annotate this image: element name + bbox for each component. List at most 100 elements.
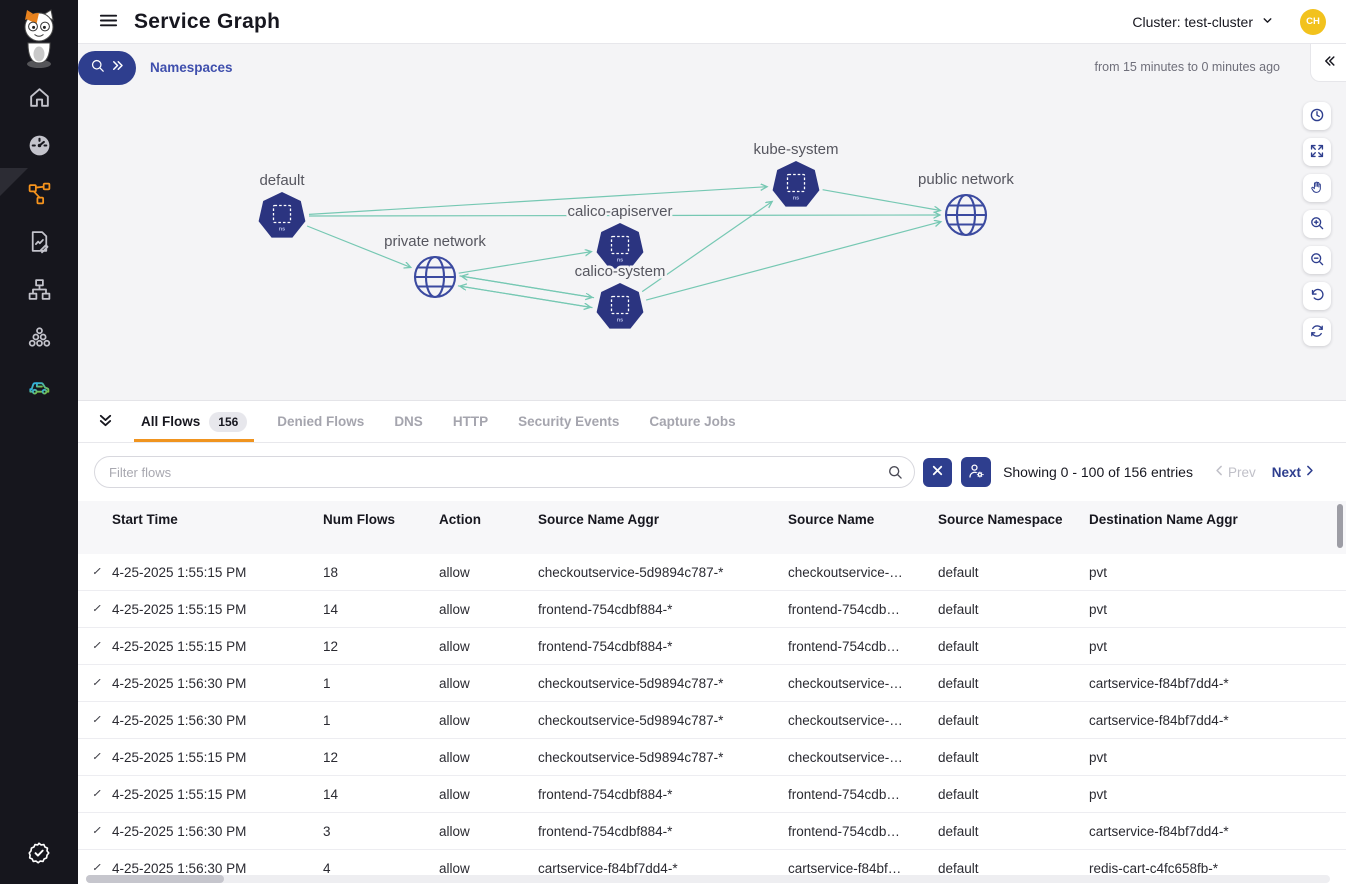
car-icon <box>27 373 52 403</box>
clear-filter-button[interactable] <box>923 458 952 487</box>
fit-screen-button[interactable] <box>1303 138 1331 166</box>
table-row[interactable]: 4-25-2025 1:56:30 PM1allowcheckoutservic… <box>78 702 1346 739</box>
graph-search-pill[interactable] <box>78 51 136 85</box>
cell-start-time: 4-25-2025 1:55:15 PM <box>112 602 323 617</box>
chevron-down-icon <box>94 642 101 648</box>
chevron-down-icon <box>94 790 101 796</box>
gauge-icon <box>27 133 52 163</box>
cell-start-time: 4-25-2025 1:56:30 PM <box>112 676 323 691</box>
row-expand-button[interactable] <box>94 864 112 872</box>
table-row[interactable]: 4-25-2025 1:55:15 PM18allowcheckoutservi… <box>78 554 1346 591</box>
breadcrumb[interactable]: Namespaces <box>150 60 233 75</box>
calico-cat-logo[interactable] <box>0 0 78 76</box>
cell-num-flows: 3 <box>323 824 439 839</box>
column-header[interactable]: Start Time <box>112 512 323 528</box>
sidebar-item-home[interactable] <box>0 76 78 124</box>
service-graph-canvas[interactable]: nsdefaultprivate networknscalico-apiserv… <box>78 44 1346 400</box>
flows-filter-row: Showing 0 - 100 of 156 entries Prev Next <box>78 443 1346 501</box>
row-expand-button[interactable] <box>94 605 112 613</box>
graph-node-label: calico-apiserver <box>567 203 672 220</box>
sidebar-item-image-assurance[interactable] <box>0 364 78 412</box>
time-machine-button[interactable] <box>1303 102 1331 130</box>
graph-node-calico-system[interactable]: ns calico-system <box>575 263 666 329</box>
column-header[interactable]: Source Name Aggr <box>538 512 788 528</box>
refresh-icon <box>1309 323 1325 342</box>
row-expand-button[interactable] <box>94 753 112 761</box>
graph-node-default[interactable]: nsdefault <box>259 172 306 238</box>
graph-node-label: kube-system <box>753 141 838 158</box>
chevron-down-icon <box>94 753 101 759</box>
sidebar-item-reports[interactable] <box>0 220 78 268</box>
table-row[interactable]: 4-25-2025 1:56:30 PM3allowfrontend-754cd… <box>78 813 1346 850</box>
cell-source-name-aggr: frontend-754cdbf884-* <box>538 824 788 839</box>
flows-collapse-button[interactable] <box>94 411 116 433</box>
next-page-button[interactable]: Next <box>1272 464 1316 480</box>
filter-flows-input[interactable] <box>94 456 915 488</box>
graph-node-label: calico-system <box>575 263 666 280</box>
pan-button[interactable] <box>1303 174 1331 202</box>
sidebar-item-compliance[interactable] <box>0 840 78 866</box>
cell-source-namespace: default <box>938 676 1089 691</box>
svg-text:ns: ns <box>617 318 623 324</box>
cluster-selector[interactable]: Cluster: test-cluster <box>1132 14 1274 30</box>
cell-num-flows: 1 <box>323 713 439 728</box>
cell-start-time: 4-25-2025 1:55:15 PM <box>112 787 323 802</box>
cell-source-name: checkoutservice-… <box>788 676 938 691</box>
row-expand-button[interactable] <box>94 716 112 724</box>
sidebar-item-workloads[interactable] <box>0 316 78 364</box>
column-header[interactable]: Destination Name Aggr <box>1089 512 1346 528</box>
reset-view-button[interactable] <box>1303 282 1331 310</box>
cell-source-name-aggr: checkoutservice-5d9894c787-* <box>538 713 788 728</box>
sidebar-item-dashboard[interactable] <box>0 124 78 172</box>
table-row[interactable]: 4-25-2025 1:56:30 PM1allowcheckoutservic… <box>78 665 1346 702</box>
flows-tabs: All Flows156Denied FlowsDNSHTTPSecurity … <box>126 401 751 442</box>
row-expand-button[interactable] <box>94 827 112 835</box>
column-header[interactable]: Action <box>439 512 538 528</box>
avatar[interactable]: CH <box>1300 9 1326 35</box>
cell-action: allow <box>439 787 538 802</box>
sidebar-item-network-sets[interactable] <box>0 268 78 316</box>
tab-security-events[interactable]: Security Events <box>503 401 634 442</box>
tab-http[interactable]: HTTP <box>438 401 503 442</box>
report-icon <box>27 229 52 259</box>
zoom-in-button[interactable] <box>1303 210 1331 238</box>
row-expand-button[interactable] <box>94 568 112 576</box>
zoom-out-button[interactable] <box>1303 246 1331 274</box>
table-row[interactable]: 4-25-2025 1:55:15 PM12allowcheckoutservi… <box>78 739 1346 776</box>
table-row[interactable]: 4-25-2025 1:55:15 PM14allowfrontend-754c… <box>78 591 1346 628</box>
table-row[interactable]: 4-25-2025 1:55:15 PM12allowfrontend-754c… <box>78 628 1346 665</box>
row-expand-button[interactable] <box>94 790 112 798</box>
flows-tabs-row: All Flows156Denied FlowsDNSHTTPSecurity … <box>78 401 1346 443</box>
graph-node-calico-apiserver[interactable]: nscalico-apiserver <box>567 203 672 269</box>
tab-all-flows[interactable]: All Flows156 <box>126 401 262 442</box>
graph-node-public-network[interactable]: public network <box>918 171 1014 235</box>
refresh-button[interactable] <box>1303 318 1331 346</box>
prev-page-button[interactable]: Prev <box>1213 464 1256 480</box>
tab-capture-jobs[interactable]: Capture Jobs <box>634 401 750 442</box>
expand-icon <box>1309 143 1325 162</box>
sidebar-nav <box>0 76 78 412</box>
cell-start-time: 4-25-2025 1:55:15 PM <box>112 639 323 654</box>
pagination: Showing 0 - 100 of 156 entries Prev Next <box>1003 464 1330 480</box>
horizontal-scrollbar <box>86 875 1330 883</box>
horizontal-scrollbar-thumb[interactable] <box>86 875 224 883</box>
column-header[interactable]: Num Flows <box>323 512 439 528</box>
column-header[interactable]: Source Namespace <box>938 512 1089 528</box>
cell-action: allow <box>439 861 538 876</box>
row-expand-button[interactable] <box>94 679 112 687</box>
tab-dns[interactable]: DNS <box>379 401 438 442</box>
column-header[interactable]: Source Name <box>788 512 938 528</box>
chevron-down-icon <box>94 605 101 611</box>
row-expand-button[interactable] <box>94 642 112 650</box>
cell-source-name: cartservice-f84bf… <box>788 861 938 876</box>
tab-denied-flows[interactable]: Denied Flows <box>262 401 379 442</box>
cell-source-name: frontend-754cdb… <box>788 787 938 802</box>
graph-edge-private-network-to-calico-apiserver <box>459 252 592 274</box>
graph-edge-calico-system-to-private-network <box>460 286 593 308</box>
vertical-scrollbar-thumb[interactable] <box>1337 504 1343 548</box>
hamburger-menu-button[interactable] <box>96 10 120 34</box>
column-settings-button[interactable] <box>961 457 991 487</box>
table-row[interactable]: 4-25-2025 1:55:15 PM14allowfrontend-754c… <box>78 776 1346 813</box>
graph-node-kube-system[interactable]: nskube-system <box>753 141 838 207</box>
cell-action: allow <box>439 676 538 691</box>
